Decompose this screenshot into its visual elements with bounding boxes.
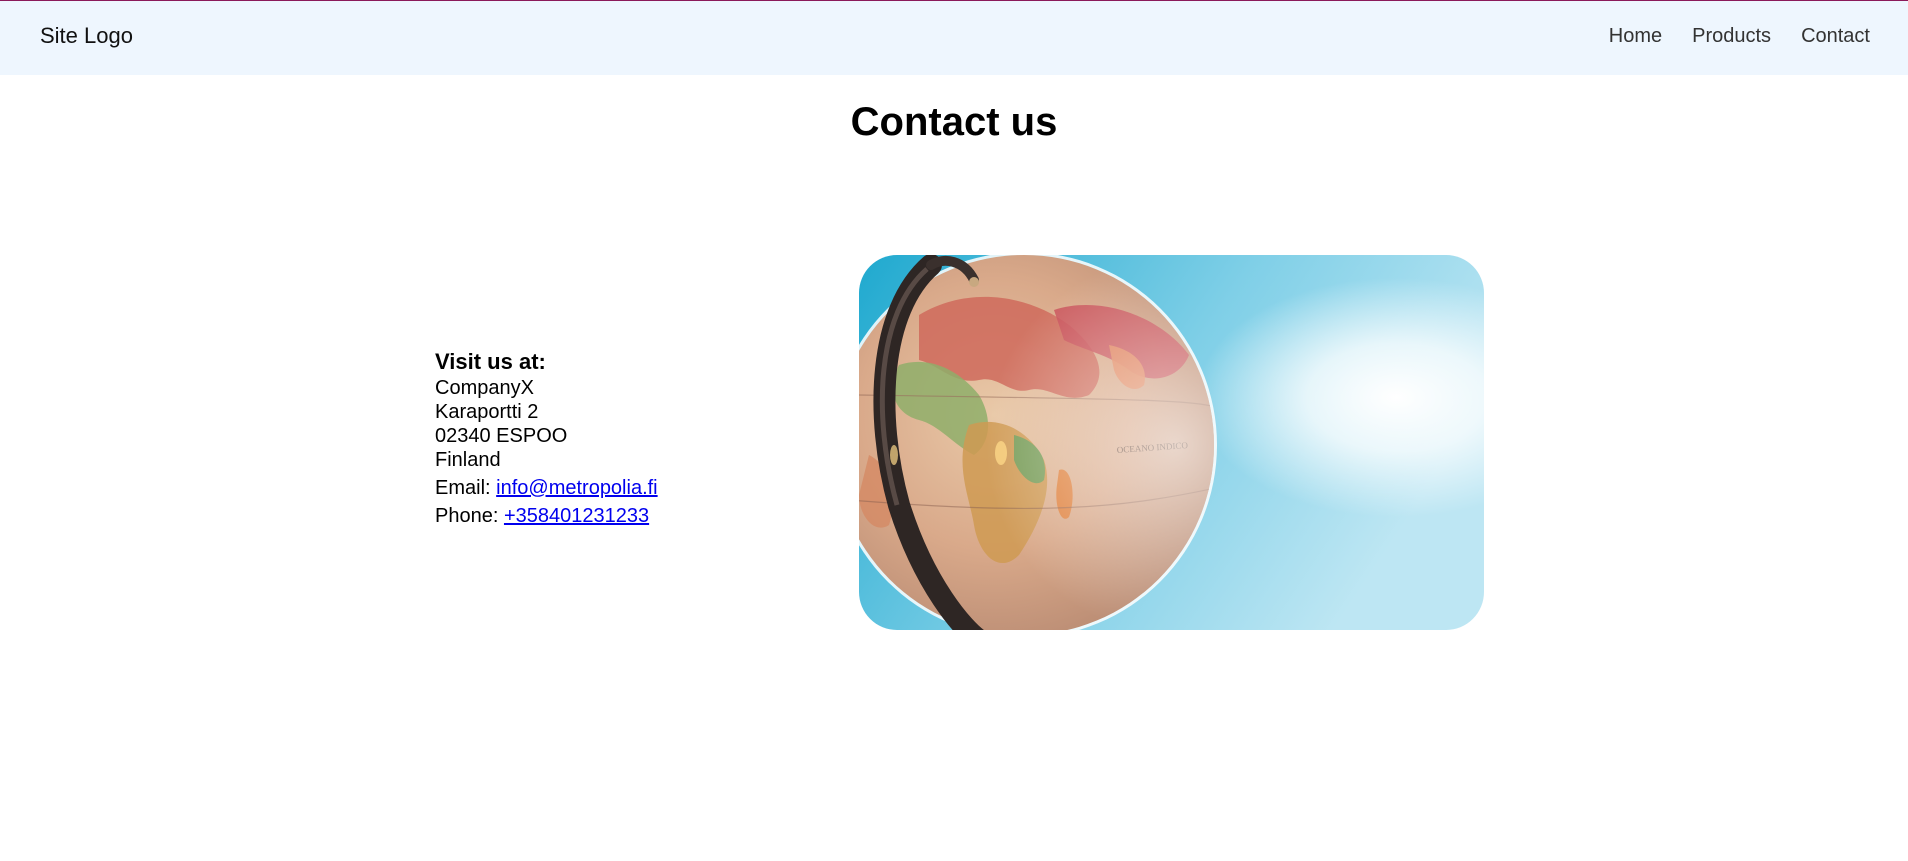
site-logo[interactable]: Site Logo bbox=[40, 23, 133, 49]
email-row: Email: info@metropolia.fi bbox=[435, 476, 658, 500]
contact-info: Visit us at: CompanyX Karaportti 2 02340… bbox=[435, 350, 658, 528]
email-label: Email: bbox=[435, 477, 491, 499]
email-link[interactable]: info@metropolia.fi bbox=[496, 477, 657, 499]
nav-link-home[interactable]: Home bbox=[1609, 25, 1662, 48]
street-address: Karaportti 2 bbox=[435, 401, 539, 423]
nav-link-products[interactable]: Products bbox=[1692, 25, 1771, 48]
phone-row: Phone: +358401231233 bbox=[435, 504, 658, 528]
phone-link[interactable]: +358401231233 bbox=[504, 505, 649, 527]
page-title: Contact us bbox=[850, 100, 1058, 144]
country: Finland bbox=[435, 449, 501, 471]
contact-heading: Visit us at: bbox=[435, 349, 546, 374]
postal-city: 02340 ESPOO bbox=[435, 425, 568, 447]
main-nav: Home Products Contact bbox=[1609, 25, 1870, 48]
company-name: CompanyX bbox=[435, 377, 534, 399]
nav-link-contact[interactable]: Contact bbox=[1801, 25, 1870, 48]
phone-label: Phone: bbox=[435, 505, 499, 527]
navbar: Site Logo Home Products Contact bbox=[0, 1, 1908, 75]
globe-photo: OCEANO INDICO bbox=[859, 255, 1484, 630]
